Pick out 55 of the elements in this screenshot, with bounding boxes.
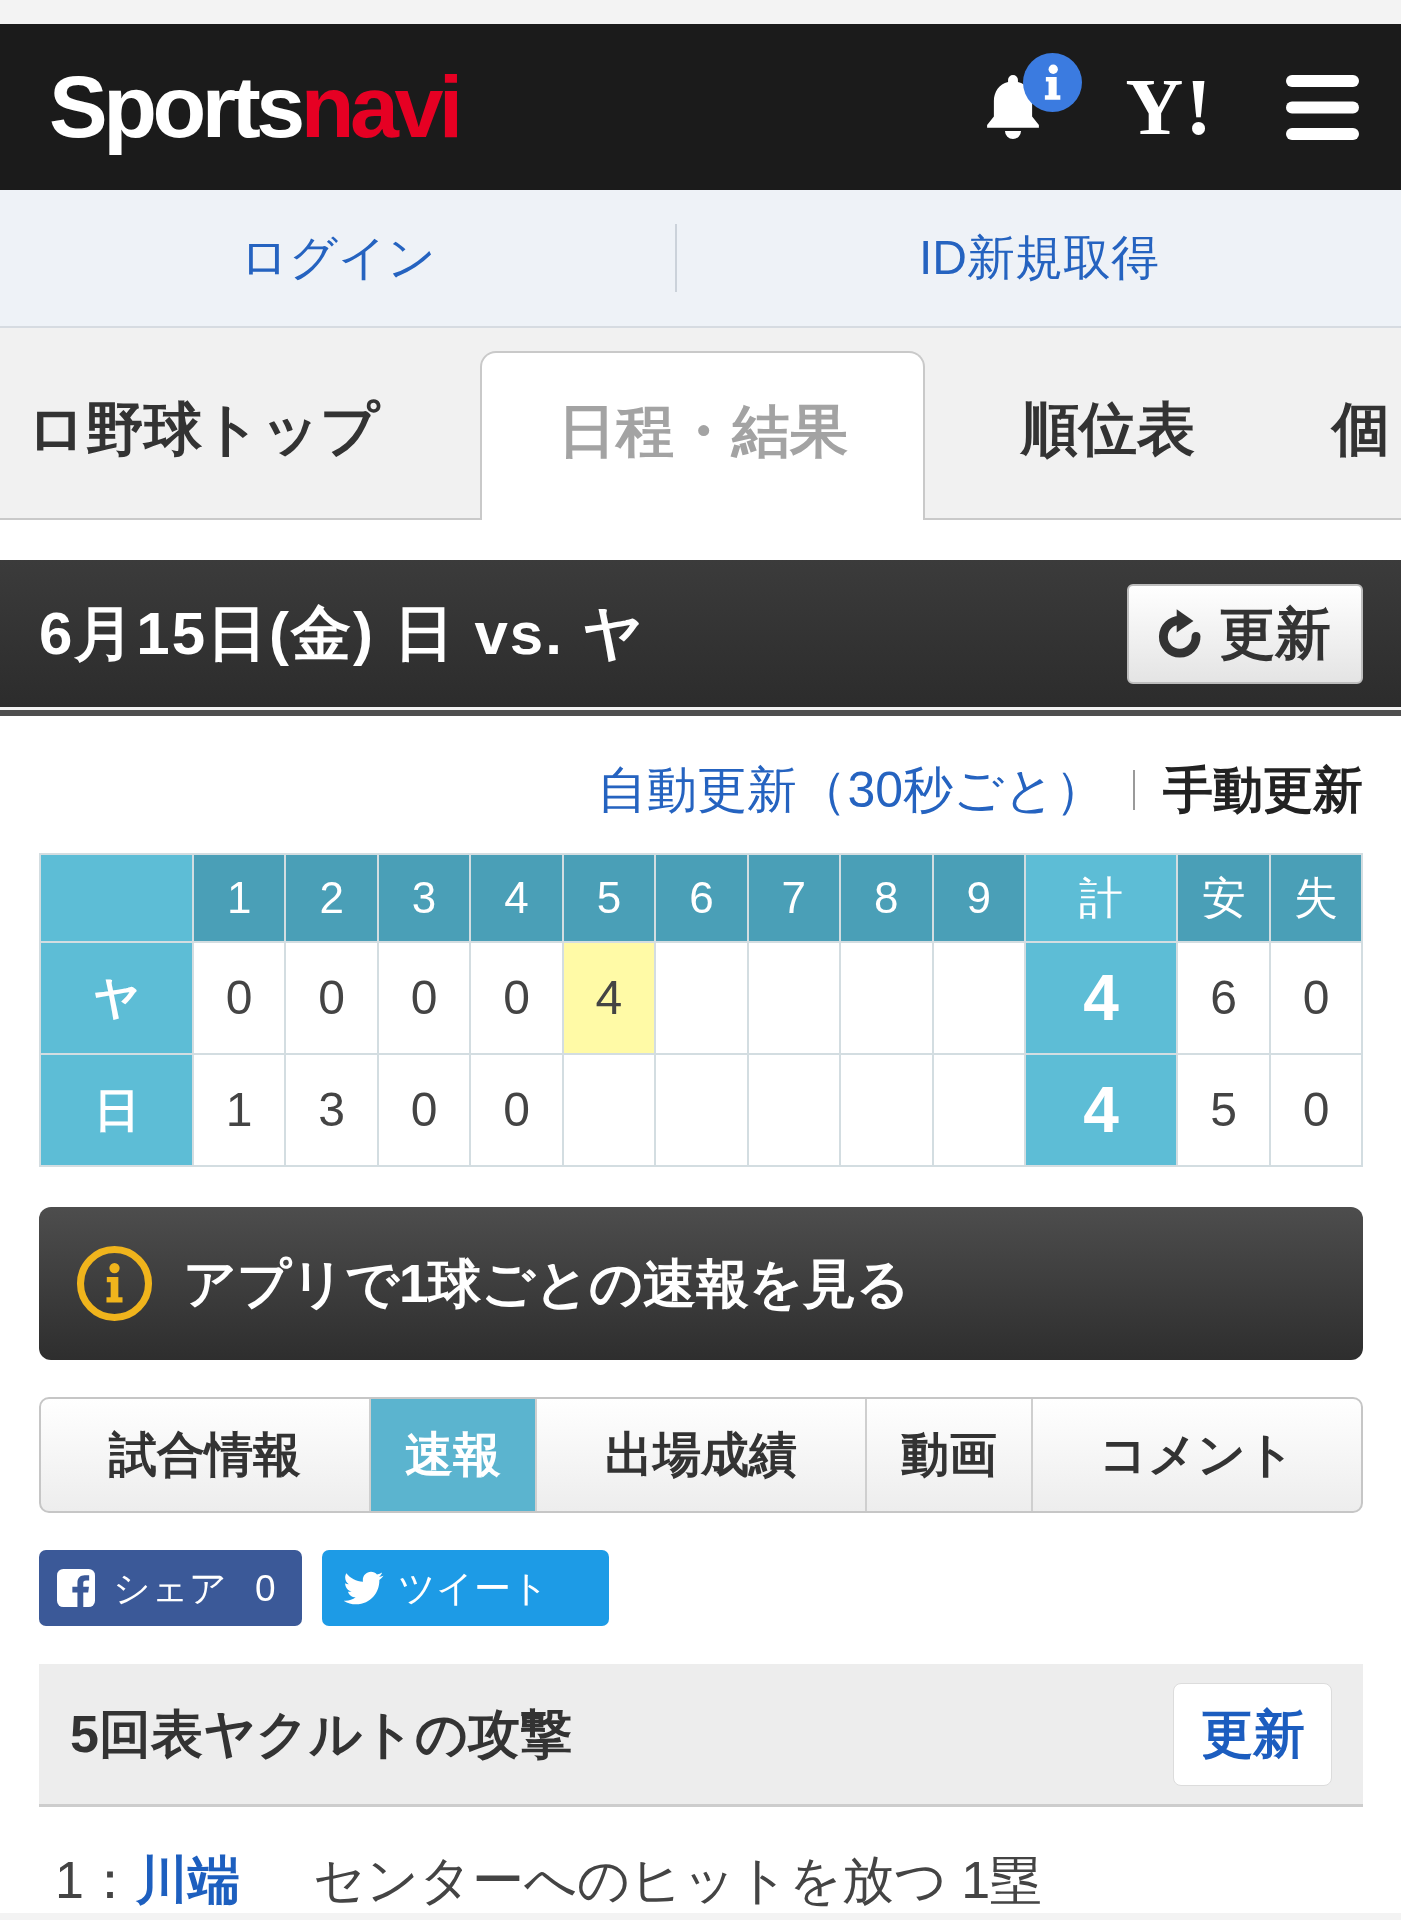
inning-score-cell: 3 xyxy=(285,1054,378,1166)
inning-score-cell: 0 xyxy=(470,1054,563,1166)
inning-header-cell: 3 xyxy=(377,854,471,942)
inning-header-cell: 5 xyxy=(562,854,656,942)
menu-icon[interactable] xyxy=(1286,74,1359,140)
nav-tab[interactable]: ロ野球トップ xyxy=(0,328,480,518)
f-logo-icon xyxy=(57,1569,95,1607)
section-tab[interactable]: 出場成績 xyxy=(535,1399,865,1511)
inning-score-cell: 0 xyxy=(193,942,286,1054)
inning-header-cell: 8 xyxy=(840,854,933,942)
nav-tab[interactable]: 順位表 xyxy=(925,328,1291,518)
login-link[interactable]: ログイン xyxy=(239,229,436,287)
game-title: 6月15日(金) 日 vs. ヤ xyxy=(39,600,646,667)
play-number: 1： xyxy=(55,1850,136,1911)
inning-title: 5回表ヤクルトの攻撃 xyxy=(70,1703,572,1765)
batter-link[interactable]: 川端 xyxy=(135,1847,240,1913)
update-mode-option[interactable]: 自動更新（30秒ごと） xyxy=(597,760,1105,820)
inning-header-cell: 6 xyxy=(655,854,748,942)
play-result: センターへのヒットを放つ 1塁 xyxy=(312,1850,1043,1911)
info-icon xyxy=(76,1245,153,1322)
inning-header-cell: 9 xyxy=(932,854,1025,942)
hits-cell: 5 xyxy=(1177,1054,1270,1166)
total-header-cell: 計 xyxy=(1025,854,1177,942)
inning-score-cell: 0 xyxy=(377,1054,471,1166)
total-score-cell: 4 xyxy=(1025,1054,1177,1166)
inning-score-cell: 0 xyxy=(377,942,471,1054)
site-logo[interactable]: Sportsnavi xyxy=(49,52,465,162)
inning-score-cell: 0 xyxy=(470,942,563,1054)
inning-header-cell: 1 xyxy=(193,854,286,942)
bird-icon xyxy=(343,1571,384,1605)
team-cell: ヤ xyxy=(40,942,193,1054)
errors-header-cell: 失 xyxy=(1270,854,1362,942)
refresh-button[interactable]: 更新 xyxy=(1173,1682,1332,1786)
section-tab[interactable]: 試合情報 xyxy=(41,1399,369,1511)
inning-header-cell: 7 xyxy=(747,854,841,942)
inning-score-cell: 4 xyxy=(562,942,656,1054)
refresh-button[interactable]: 更新 xyxy=(1127,583,1363,684)
inning-score-cell: 1 xyxy=(193,1054,286,1166)
signup-link[interactable]: ID新規取得 xyxy=(919,229,1159,287)
errors-cell: 0 xyxy=(1270,1054,1362,1166)
yahoo-logo[interactable]: Y! xyxy=(1125,59,1214,155)
total-score-cell: 4 xyxy=(1025,942,1177,1054)
section-tab[interactable]: コメント xyxy=(1031,1399,1361,1511)
section-tab[interactable]: 動画 xyxy=(865,1399,1031,1511)
inning-score-cell: 0 xyxy=(285,942,378,1054)
app-banner[interactable]: アプリで1球ごとの速報を見る xyxy=(39,1207,1363,1360)
hits-header-cell: 安 xyxy=(1177,854,1270,942)
share-button[interactable]: シェア 0 xyxy=(39,1550,302,1626)
hits-cell: 6 xyxy=(1177,942,1270,1054)
inning-header-cell: 4 xyxy=(470,854,563,942)
inning-header-cell: 2 xyxy=(285,854,378,942)
team-cell: 日 xyxy=(40,1054,193,1166)
update-mode-option[interactable]: 手動更新 xyxy=(1163,760,1363,820)
errors-cell: 0 xyxy=(1270,942,1362,1054)
nav-tab[interactable]: 個 xyxy=(1291,328,1401,518)
